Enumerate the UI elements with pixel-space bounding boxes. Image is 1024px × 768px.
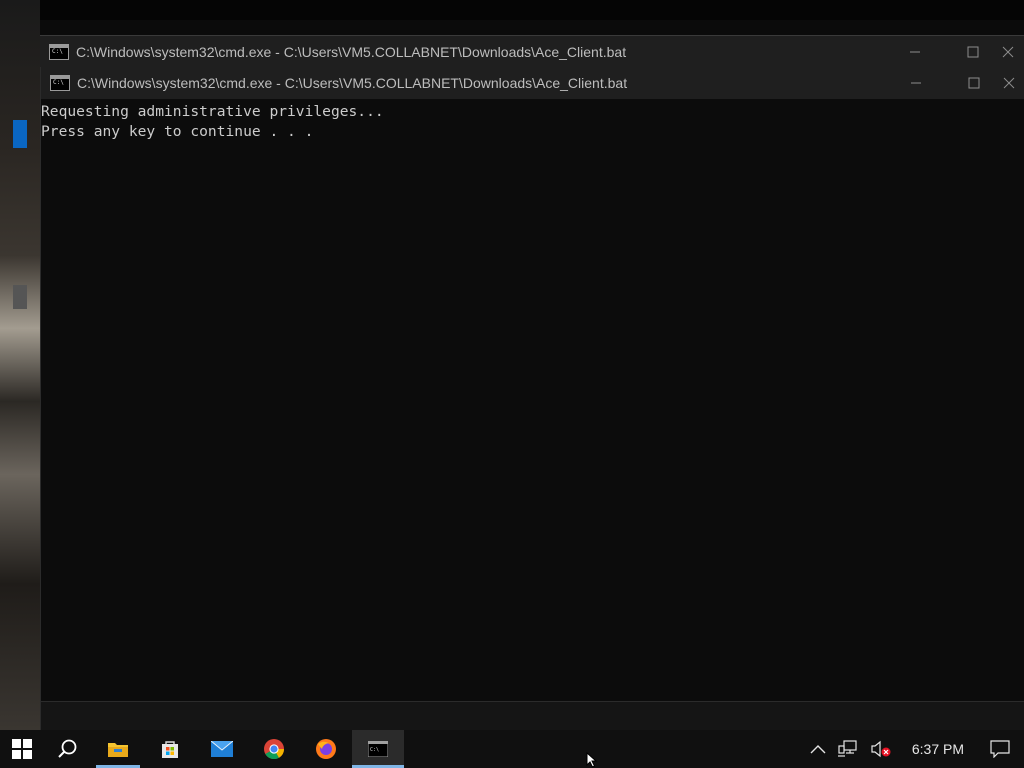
console-line: Requesting administrative privileges... bbox=[41, 103, 384, 120]
cmd-window-back[interactable]: C:\ C:\Windows\system32\cmd.exe - C:\Use… bbox=[40, 35, 1024, 70]
notification-icon bbox=[990, 740, 1010, 758]
action-center-button[interactable] bbox=[980, 730, 1024, 768]
command-prompt-icon: C:\ bbox=[368, 741, 388, 757]
title-bar[interactable]: C:\ C:\Windows\system32\cmd.exe - C:\Use… bbox=[41, 67, 1024, 99]
network-button[interactable] bbox=[832, 730, 864, 768]
close-button[interactable] bbox=[1002, 36, 1024, 68]
show-hidden-icons-button[interactable] bbox=[804, 730, 832, 768]
mail-icon bbox=[211, 741, 233, 757]
taskbar-mail[interactable] bbox=[196, 730, 248, 768]
window-title: C:\Windows\system32\cmd.exe - C:\Users\V… bbox=[77, 75, 628, 91]
clock[interactable]: 6:37 PM bbox=[898, 741, 980, 757]
taskbar-firefox[interactable] bbox=[300, 730, 352, 768]
taskbar: C:\ 6:37 PM bbox=[0, 730, 1024, 768]
background-window-edge bbox=[13, 120, 27, 148]
taskbar-file-explorer[interactable] bbox=[92, 730, 144, 768]
chrome-icon bbox=[264, 739, 285, 760]
minimize-button[interactable] bbox=[887, 67, 945, 99]
svg-text:C:\: C:\ bbox=[370, 747, 379, 753]
cmd-icon: C:\ bbox=[50, 75, 70, 91]
background-window-edge-2 bbox=[13, 285, 27, 309]
minimize-button[interactable] bbox=[886, 36, 944, 68]
volume-button[interactable] bbox=[864, 730, 898, 768]
horizontal-scrollbar[interactable] bbox=[41, 701, 1024, 730]
cmd-window-front[interactable]: C:\ C:\Windows\system32\cmd.exe - C:\Use… bbox=[40, 67, 1024, 730]
desktop-background bbox=[0, 0, 40, 730]
taskbar-chrome[interactable] bbox=[248, 730, 300, 768]
cmd-icon: C:\ bbox=[49, 44, 69, 60]
maximize-button[interactable] bbox=[945, 67, 1003, 99]
search-icon bbox=[58, 739, 77, 758]
maximize-button[interactable] bbox=[944, 36, 1002, 68]
file-explorer-icon bbox=[108, 743, 128, 757]
network-icon bbox=[837, 740, 857, 757]
taskbar-microsoft-store[interactable] bbox=[144, 730, 196, 768]
start-button[interactable] bbox=[0, 730, 44, 768]
console-output[interactable]: Requesting administrative privileges... … bbox=[41, 102, 1024, 702]
chevron-up-icon bbox=[810, 745, 826, 754]
close-button[interactable] bbox=[1003, 67, 1024, 99]
title-bar[interactable]: C:\ C:\Windows\system32\cmd.exe - C:\Use… bbox=[40, 36, 1024, 68]
search-button[interactable] bbox=[44, 730, 92, 768]
window-title: C:\Windows\system32\cmd.exe - C:\Users\V… bbox=[76, 44, 627, 60]
taskbar-command-prompt[interactable]: C:\ bbox=[352, 730, 404, 768]
microsoft-store-icon bbox=[162, 741, 178, 758]
firefox-icon bbox=[316, 739, 336, 759]
system-tray: 6:37 PM bbox=[804, 730, 1024, 768]
start-icon bbox=[12, 739, 32, 759]
volume-muted-icon bbox=[871, 740, 891, 758]
mouse-cursor-icon bbox=[586, 752, 598, 768]
desktop-top bbox=[0, 0, 1024, 20]
console-line: Press any key to continue . . . bbox=[41, 123, 314, 140]
